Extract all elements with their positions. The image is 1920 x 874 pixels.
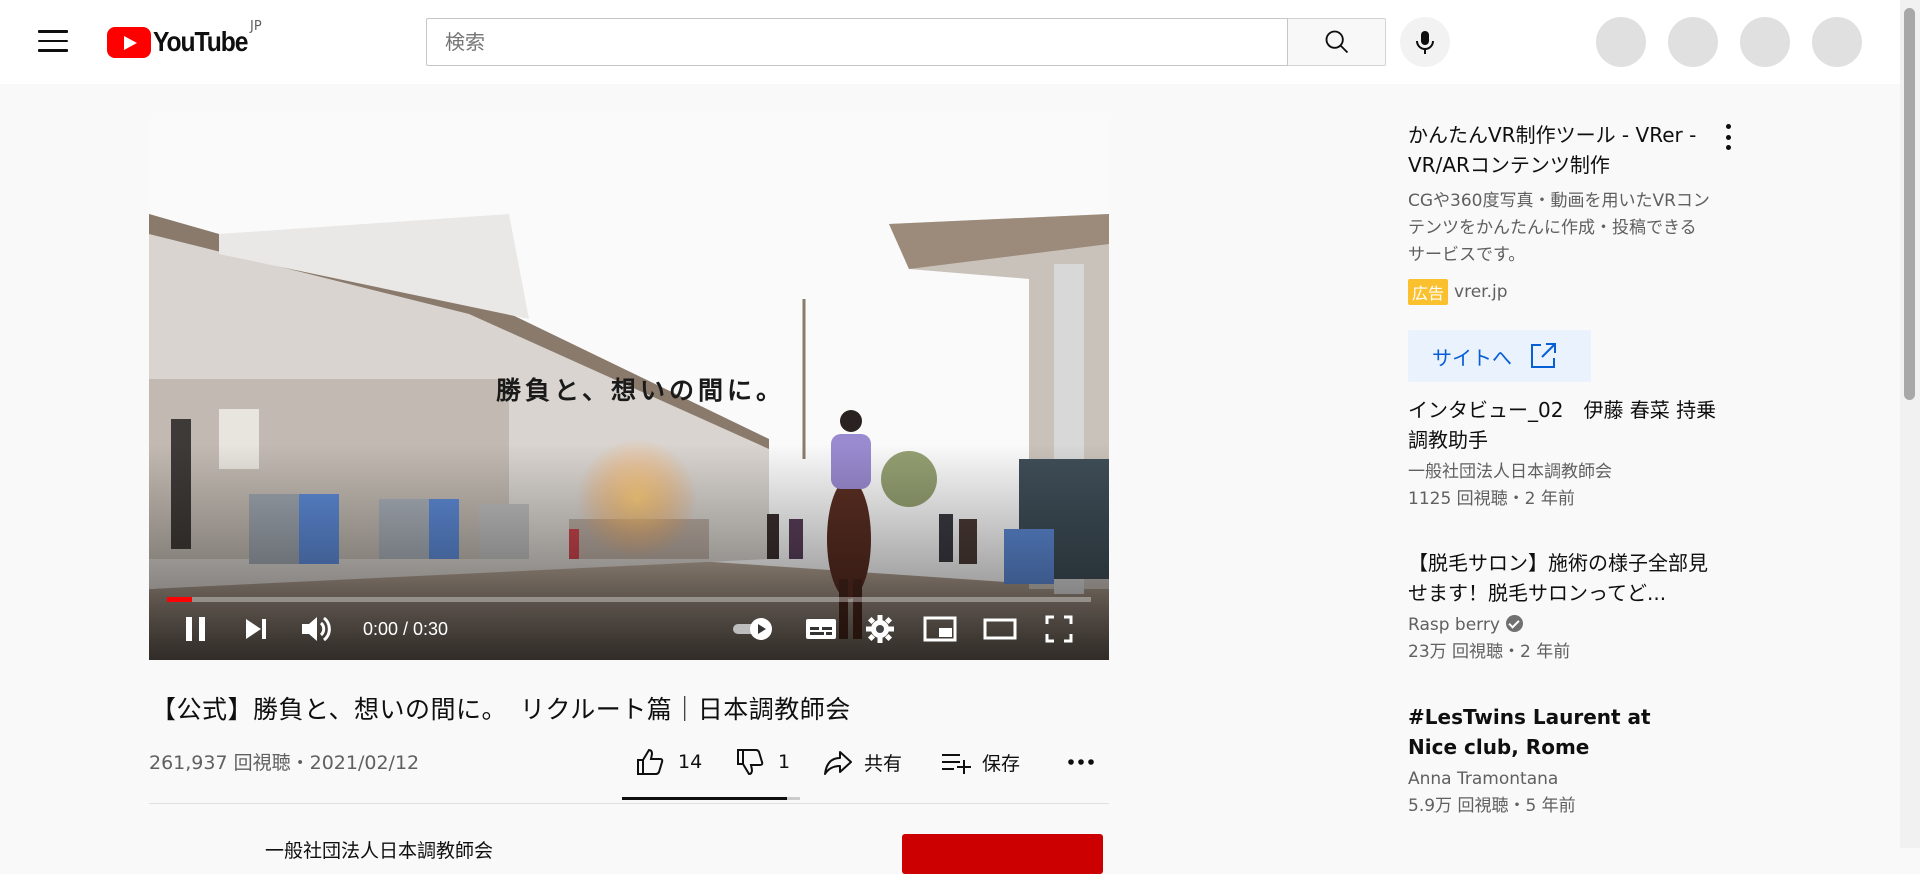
pause-button[interactable]: [179, 609, 213, 649]
autoplay-toggle[interactable]: [729, 609, 777, 649]
related-video-item[interactable]: #LesTwins Laurent at Nice club, Rome Ann…: [1408, 702, 1738, 820]
pause-icon: [186, 617, 205, 641]
related-stats: 5.9万 回視聴・5 年前: [1408, 796, 1576, 816]
related-channel: Rasp berry: [1408, 615, 1500, 635]
ad-title: かんたんVR制作ツール - VRer - VR/ARコンテンツ制作: [1408, 123, 1697, 177]
subtitles-button[interactable]: [803, 609, 839, 649]
thumbs-up-icon: [637, 748, 664, 775]
external-link-icon: [1531, 343, 1556, 368]
search-input[interactable]: [445, 30, 1287, 54]
related-channel: 一般社団法人日本調教師会: [1408, 462, 1612, 482]
logo-text: YouTube: [153, 26, 248, 57]
autoplay-toggle-icon: [733, 618, 772, 640]
channel-name[interactable]: 一般社団法人日本調教師会: [265, 836, 493, 863]
theater-mode-icon: [983, 618, 1017, 640]
top-header: YouTube JP: [0, 0, 1920, 84]
progress-bar-fill: [167, 597, 192, 602]
dislike-button[interactable]: 1: [734, 742, 790, 782]
ad-menu-icon[interactable]: [1722, 124, 1734, 150]
save-button[interactable]: 保存: [940, 742, 1020, 782]
share-icon: [824, 751, 852, 775]
time-display: 0:00 / 0:30: [363, 619, 449, 639]
page-scrollbar[interactable]: [1900, 0, 1920, 848]
related-title: インタビュー_02 伊藤 春菜 持乗調教助手: [1408, 398, 1717, 452]
related-stats: 1125 回視聴・2 年前: [1408, 489, 1575, 509]
related-video-item[interactable]: 【脱毛サロン】施術の様子全部見せます！脱毛サロンってど... Rasp berr…: [1408, 548, 1738, 666]
settings-button[interactable]: [863, 609, 897, 649]
video-title: 【公式】勝負と、想いの間に。 リクルート篇｜日本調教師会: [151, 695, 851, 724]
visit-site-button[interactable]: サイトへ: [1408, 330, 1591, 382]
ad-card[interactable]: かんたんVR制作ツール - VRer - VR/ARコンテンツ制作 CGや360…: [1408, 120, 1738, 305]
fullscreen-button[interactable]: [1042, 609, 1076, 649]
microphone-icon: [1416, 31, 1434, 54]
divider: [149, 803, 1109, 804]
fullscreen-icon: [1045, 615, 1073, 643]
search-button[interactable]: [1288, 18, 1386, 66]
video-player[interactable]: 勝負と、想いの間に。 0:00 / 0:30: [149, 119, 1109, 660]
like-count: 14: [678, 751, 703, 773]
more-horizontal-icon: [1068, 759, 1094, 765]
miniplayer-button[interactable]: [922, 609, 958, 649]
miniplayer-icon: [923, 616, 957, 642]
youtube-play-icon: [107, 26, 151, 58]
related-stats: 23万 回視聴・2 年前: [1408, 642, 1571, 662]
notifications-button[interactable]: [1740, 17, 1790, 67]
ad-domain: vrer.jp: [1454, 282, 1508, 302]
country-code: JP: [250, 19, 262, 34]
gear-icon: [866, 615, 894, 643]
subtitles-icon: [806, 619, 836, 639]
subscribe-button[interactable]: [902, 834, 1103, 874]
player-controls: 0:00 / 0:30: [149, 609, 1109, 659]
related-video-item[interactable]: インタビュー_02 伊藤 春菜 持乗調教助手 一般社団法人日本調教師会 1125…: [1408, 395, 1738, 513]
account-avatar[interactable]: [1812, 17, 1862, 67]
share-button[interactable]: 共有: [822, 742, 902, 782]
share-label: 共有: [864, 752, 903, 775]
theater-mode-button[interactable]: [982, 609, 1018, 649]
video-meta: 261,937 回視聴・2021/02/12: [149, 752, 420, 774]
video-overlay-caption: 勝負と、想いの間に。: [496, 376, 786, 405]
skip-next-icon: [246, 619, 266, 639]
scrollbar-thumb[interactable]: [1904, 8, 1915, 400]
save-label: 保存: [982, 752, 1021, 775]
search-box[interactable]: [426, 18, 1288, 66]
hamburger-menu-icon[interactable]: [38, 30, 68, 52]
related-channel: Anna Tramontana: [1408, 769, 1559, 789]
thumbs-down-icon: [737, 749, 764, 776]
ad-badge: 広告: [1408, 279, 1449, 305]
mute-button[interactable]: [299, 609, 335, 649]
next-button[interactable]: [239, 609, 273, 649]
visit-site-label: サイトへ: [1432, 345, 1512, 370]
related-title: #LesTwins Laurent at Nice club, Rome: [1408, 705, 1651, 759]
ad-description: CGや360度写真・動画を用いたVRコンテンツをかんたんに作成・投稿できるサービ…: [1408, 191, 1710, 265]
create-button[interactable]: [1596, 17, 1646, 67]
more-actions-button[interactable]: [1066, 742, 1096, 782]
youtube-logo[interactable]: YouTube: [107, 26, 260, 58]
search-icon: [1325, 30, 1348, 54]
voice-search-button[interactable]: [1400, 17, 1450, 67]
verified-badge-icon: [1505, 615, 1523, 632]
volume-icon: [302, 616, 331, 642]
dislike-count: 1: [778, 751, 791, 773]
like-button[interactable]: 14: [634, 742, 702, 782]
apps-button[interactable]: [1668, 17, 1718, 67]
sentiment-bar-fill: [622, 797, 787, 800]
progress-bar[interactable]: [167, 597, 1091, 602]
related-title: 【脱毛サロン】施術の様子全部見せます！脱毛サロンってど...: [1408, 551, 1708, 605]
playlist-add-icon: [942, 754, 971, 774]
